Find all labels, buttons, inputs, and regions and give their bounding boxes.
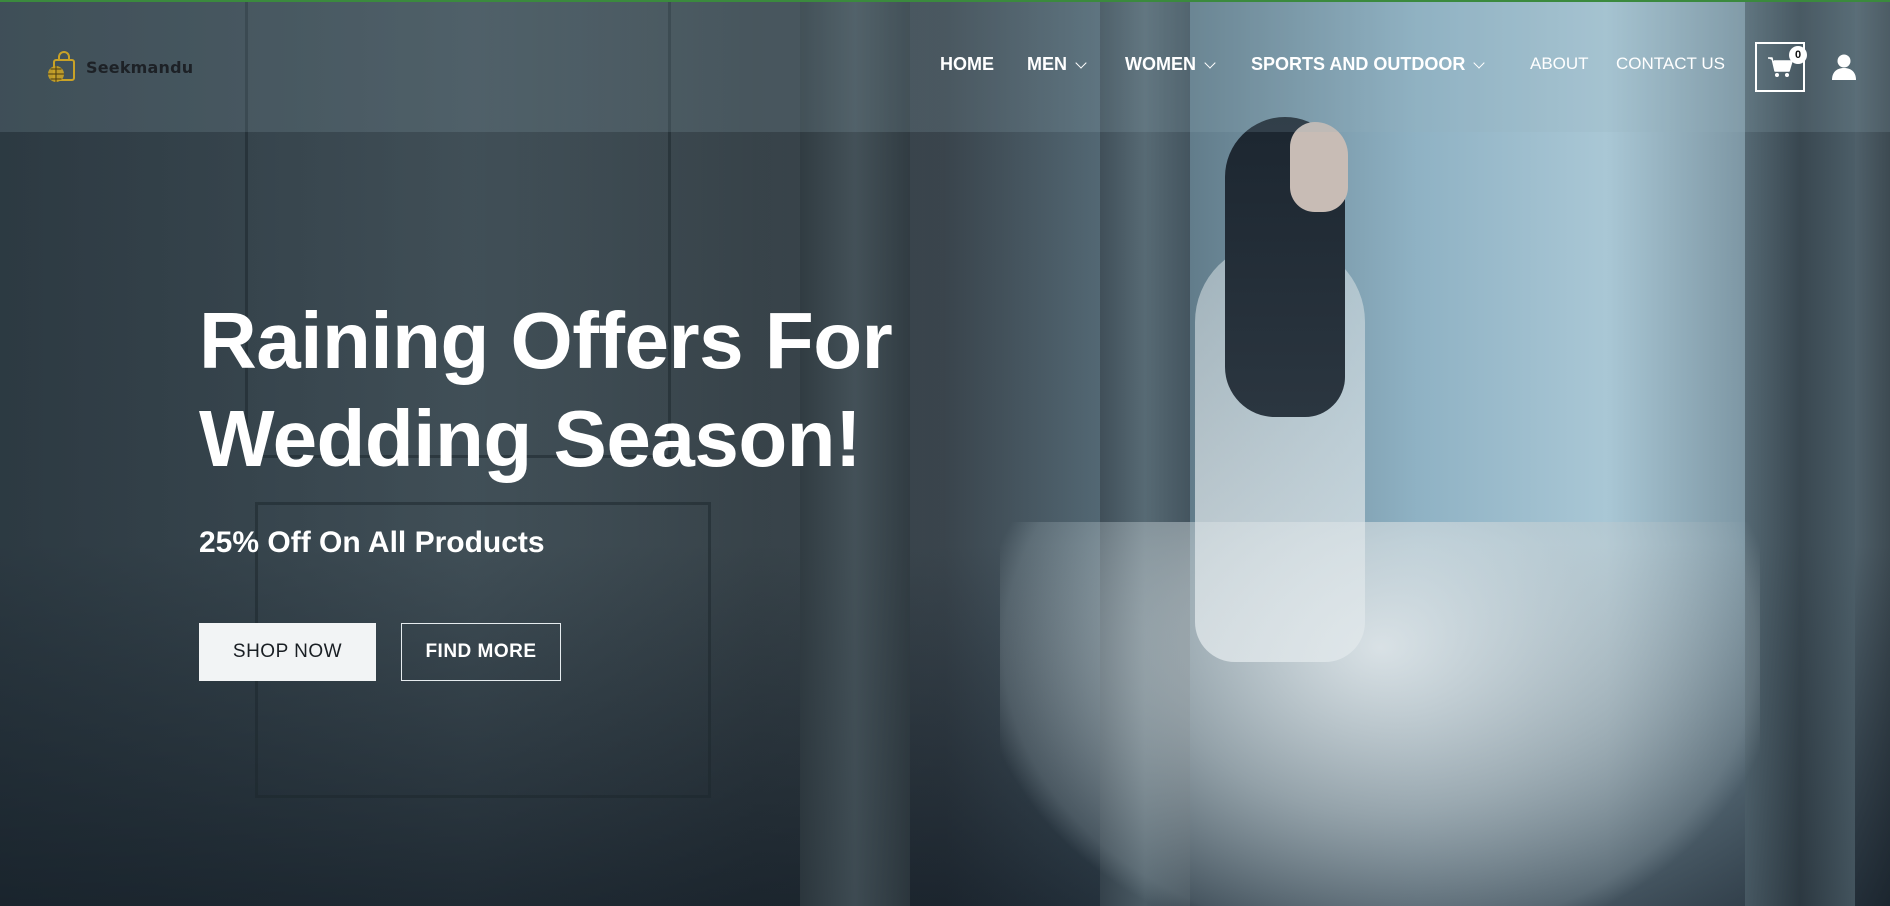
- nav-item-label: MEN: [1027, 54, 1067, 74]
- cart-button[interactable]: 0: [1755, 42, 1807, 92]
- nav-item-women[interactable]: WOMEN: [1125, 54, 1216, 75]
- hero-headline-line-2: Wedding Season!: [199, 394, 862, 483]
- chevron-down-icon: [1473, 56, 1486, 69]
- brand-name: Seekmandu: [86, 57, 194, 77]
- find-more-button[interactable]: FIND MORE: [401, 623, 561, 681]
- nav-item-label: SPORTS AND OUTDOOR: [1251, 54, 1466, 74]
- nav-item-men[interactable]: MEN: [1027, 54, 1087, 75]
- chevron-down-icon: [1075, 56, 1087, 69]
- hero-headline-line-1: Raining Offers For: [199, 296, 893, 385]
- nav-item-contact-us[interactable]: CONTACT US: [1616, 54, 1725, 74]
- hero-headline: Raining Offers For Wedding Season!: [199, 292, 919, 488]
- nav-item-label: CONTACT US: [1616, 54, 1725, 73]
- user-icon: [1832, 54, 1856, 80]
- hero-banner: Seekmandu HOME MEN WOMEN SPORTS AND OUTD…: [0, 0, 1890, 906]
- nav-item-home[interactable]: HOME: [940, 54, 994, 75]
- bride-dress-illustration: [1000, 522, 1760, 906]
- hero-subheadline: 25% Off On All Products: [199, 526, 545, 559]
- cart-count-badge: 0: [1789, 46, 1807, 64]
- site-header: Seekmandu HOME MEN WOMEN SPORTS AND OUTD…: [0, 2, 1890, 132]
- door-frame-decoration: [1745, 2, 1855, 906]
- nav-item-sports-and-outdoor[interactable]: SPORTS AND OUTDOOR: [1251, 54, 1486, 75]
- site-logo[interactable]: Seekmandu: [46, 50, 193, 84]
- bride-face-illustration: [1290, 122, 1348, 212]
- shopping-bag-globe-icon: [48, 51, 75, 82]
- nav-item-about[interactable]: ABOUT: [1530, 54, 1589, 74]
- chevron-down-icon: [1204, 56, 1216, 69]
- nav-item-label: ABOUT: [1530, 54, 1589, 73]
- nav-item-label: WOMEN: [1125, 54, 1196, 74]
- shop-now-button[interactable]: SHOP NOW: [199, 623, 376, 681]
- nav-item-label: HOME: [940, 54, 994, 74]
- account-button[interactable]: [1832, 54, 1856, 80]
